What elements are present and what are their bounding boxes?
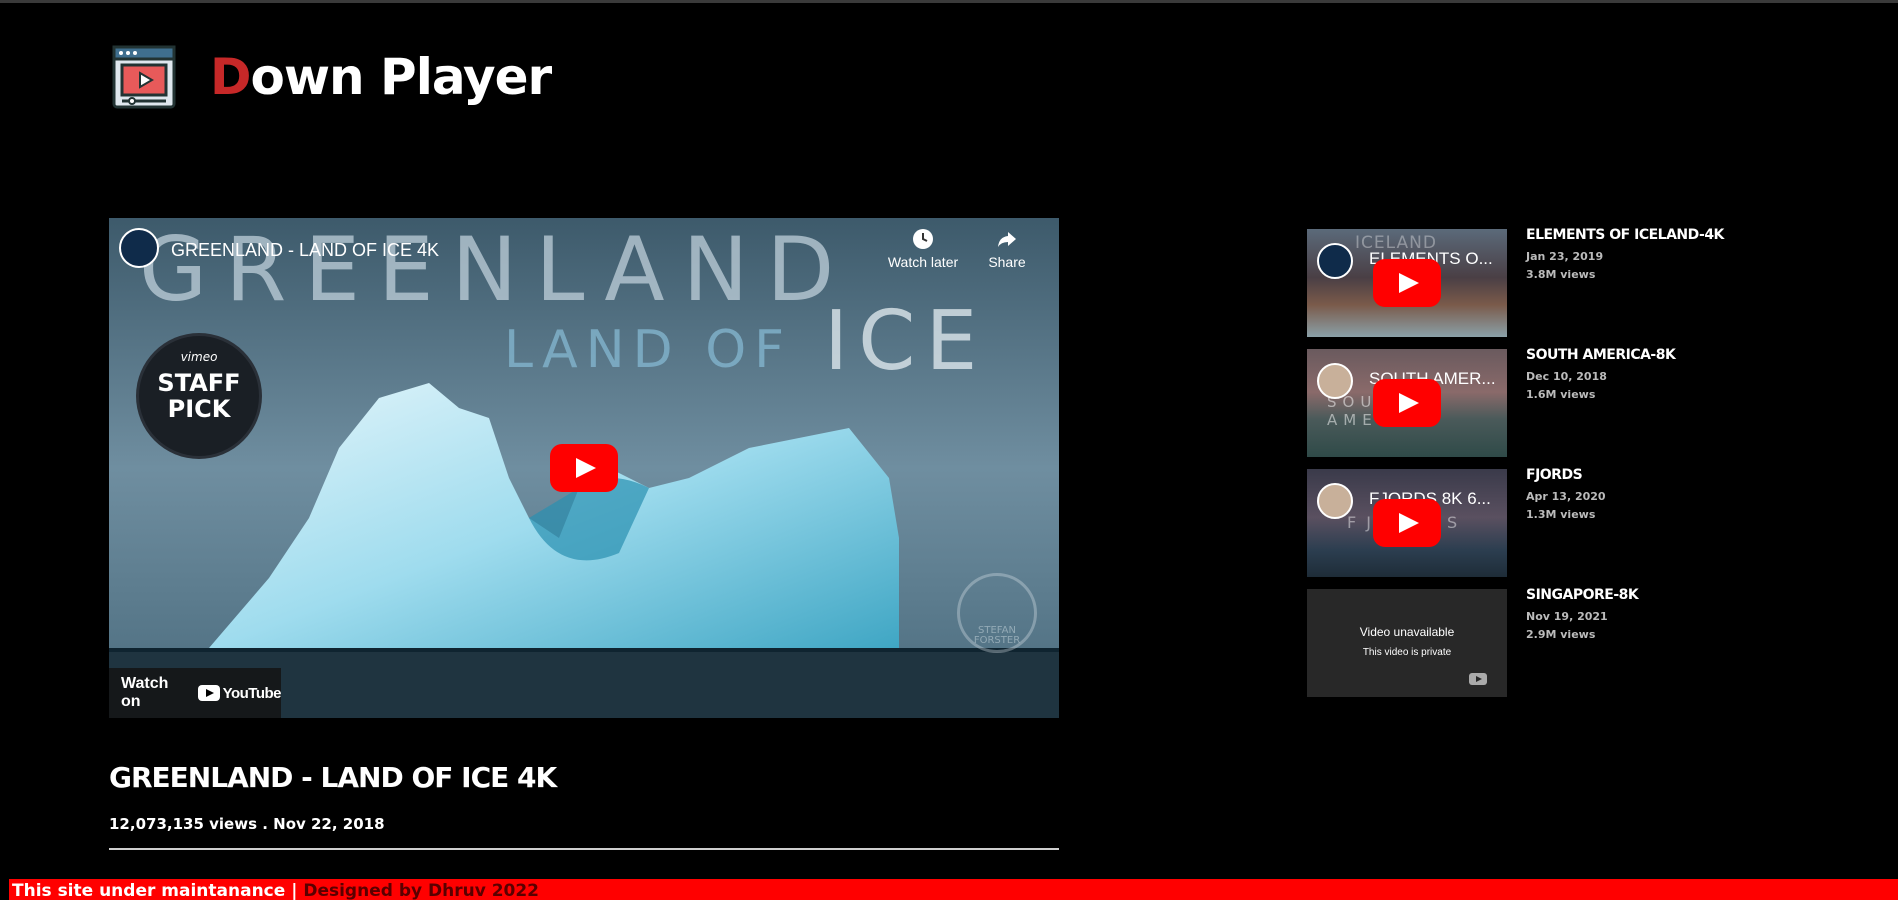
watch-later-button[interactable]: Watch later — [883, 228, 963, 270]
video-thumbnail[interactable]: FJORDS FJORDS 8K 6... — [1307, 469, 1507, 577]
channel-avatar[interactable] — [1317, 243, 1353, 279]
brand-title-first-letter: D — [210, 48, 252, 106]
channel-avatar[interactable] — [1317, 483, 1353, 519]
share-icon — [998, 232, 1016, 247]
share-label: Share — [988, 254, 1026, 270]
video-date: Nov 19, 2021 — [1526, 610, 1608, 623]
badge-staff-text: STAFF — [157, 369, 241, 397]
youtube-mini-icon[interactable] — [1469, 673, 1487, 685]
footer-credit: Designed by Dhruv 2022 — [303, 881, 540, 900]
vimeo-staff-pick-badge: vimeo STAFF PICK — [139, 336, 259, 456]
page: Down Player GREENLAND LAND OF ICE GREENL… — [0, 0, 1898, 900]
video-views: 2.9M views — [1526, 628, 1596, 641]
clock-icon — [913, 229, 933, 249]
video-title: GREENLAND - LAND OF ICE 4K — [109, 761, 557, 794]
video-date: Apr 13, 2020 — [1526, 490, 1606, 503]
video-title[interactable]: SINGAPORE-8K — [1526, 587, 1639, 603]
banner-text-greenland: GREENLAND — [139, 218, 853, 321]
unavailable-subtitle: This video is private — [1362, 647, 1452, 658]
video-player-icon — [112, 45, 176, 109]
video-title[interactable]: FJORDS — [1526, 467, 1606, 483]
video-overlay-title[interactable]: GREENLAND - LAND OF ICE 4K — [171, 240, 439, 261]
channel-avatar[interactable] — [1317, 363, 1353, 399]
youtube-logo-text: YouTube — [222, 684, 282, 702]
video-date: Dec 10, 2018 — [1526, 370, 1607, 383]
video-views: 1.3M views — [1526, 508, 1596, 521]
badge-staff-pick-text: STAFF PICK — [139, 370, 259, 422]
brand[interactable]: Down Player — [112, 45, 552, 109]
youtube-play-icon[interactable] — [1373, 499, 1441, 547]
list-item[interactable]: ICELAND ELEMENTS O... ELEMENTS OF ICELAN… — [1307, 227, 1827, 337]
youtube-logo-icon — [197, 685, 220, 701]
watch-on-label: Watch on — [121, 675, 169, 710]
video-title[interactable]: SOUTH AMERICA-8K — [1526, 347, 1676, 363]
banner-text-ice: ICE — [824, 294, 988, 389]
main-video-player[interactable]: GREENLAND LAND OF ICE GREENLAND - LAND O… — [109, 218, 1059, 718]
video-views: 1.6M views — [1526, 388, 1596, 401]
video-meta: 12,073,135 views . Nov 22, 2018 — [109, 815, 385, 833]
video-date: Jan 23, 2019 — [1526, 250, 1604, 263]
share-button[interactable]: Share — [972, 228, 1042, 270]
youtube-logo: YouTube — [197, 684, 282, 702]
footer-maintenance-text: This site under maintanance — [12, 881, 286, 900]
video-views: 3.8M views — [1526, 268, 1596, 281]
watermark-logo: STEFAN FORSTER — [957, 573, 1037, 653]
badge-vimeo-text: vimeo — [180, 350, 218, 364]
video-info: SOUTH AMERICA-8K Dec 10, 2018 1.6M views — [1526, 347, 1676, 401]
footer-bar: This site under maintanance | Designed b… — [9, 879, 1898, 900]
badge-pick-text: PICK — [167, 395, 231, 423]
unavailable-title: Video unavailable — [1359, 625, 1455, 639]
video-thumbnail[interactable]: SOUTH AMERICA SOUTH AMER... — [1307, 349, 1507, 457]
youtube-play-icon[interactable] — [550, 444, 618, 492]
video-info: FJORDS Apr 13, 2020 1.3M views — [1526, 467, 1606, 521]
footer-separator: | — [285, 881, 304, 900]
video-info: ELEMENTS OF ICELAND-4K Jan 23, 2019 3.8M… — [1526, 227, 1724, 281]
brand-title-rest: own Player — [250, 48, 553, 106]
watch-on-youtube-button[interactable]: Watch on YouTube — [109, 668, 282, 718]
video-thumbnail-unavailable[interactable]: Video unavailable This video is private — [1307, 589, 1507, 697]
youtube-play-icon[interactable] — [1373, 379, 1441, 427]
youtube-play-icon[interactable] — [1373, 259, 1441, 307]
brand-title: Down Player — [210, 52, 552, 102]
divider — [109, 848, 1059, 850]
list-item[interactable]: FJORDS FJORDS 8K 6... FJORDS Apr 13, 202… — [1307, 467, 1827, 577]
list-item[interactable]: SOUTH AMERICA SOUTH AMER... SOUTH AMERIC… — [1307, 347, 1827, 457]
video-thumbnail[interactable]: ICELAND ELEMENTS O... — [1307, 229, 1507, 337]
banner-text-land-of: LAND OF — [504, 320, 793, 380]
channel-avatar[interactable] — [119, 228, 159, 268]
related-videos-list: ICELAND ELEMENTS O... ELEMENTS OF ICELAN… — [1307, 227, 1827, 707]
watch-later-label: Watch later — [887, 254, 959, 270]
video-title[interactable]: ELEMENTS OF ICELAND-4K — [1526, 227, 1724, 243]
video-info: SINGAPORE-8K Nov 19, 2021 2.9M views — [1526, 587, 1639, 641]
list-item[interactable]: Video unavailable This video is private … — [1307, 587, 1827, 697]
watermark-text: STEFAN FORSTER — [973, 625, 1021, 646]
